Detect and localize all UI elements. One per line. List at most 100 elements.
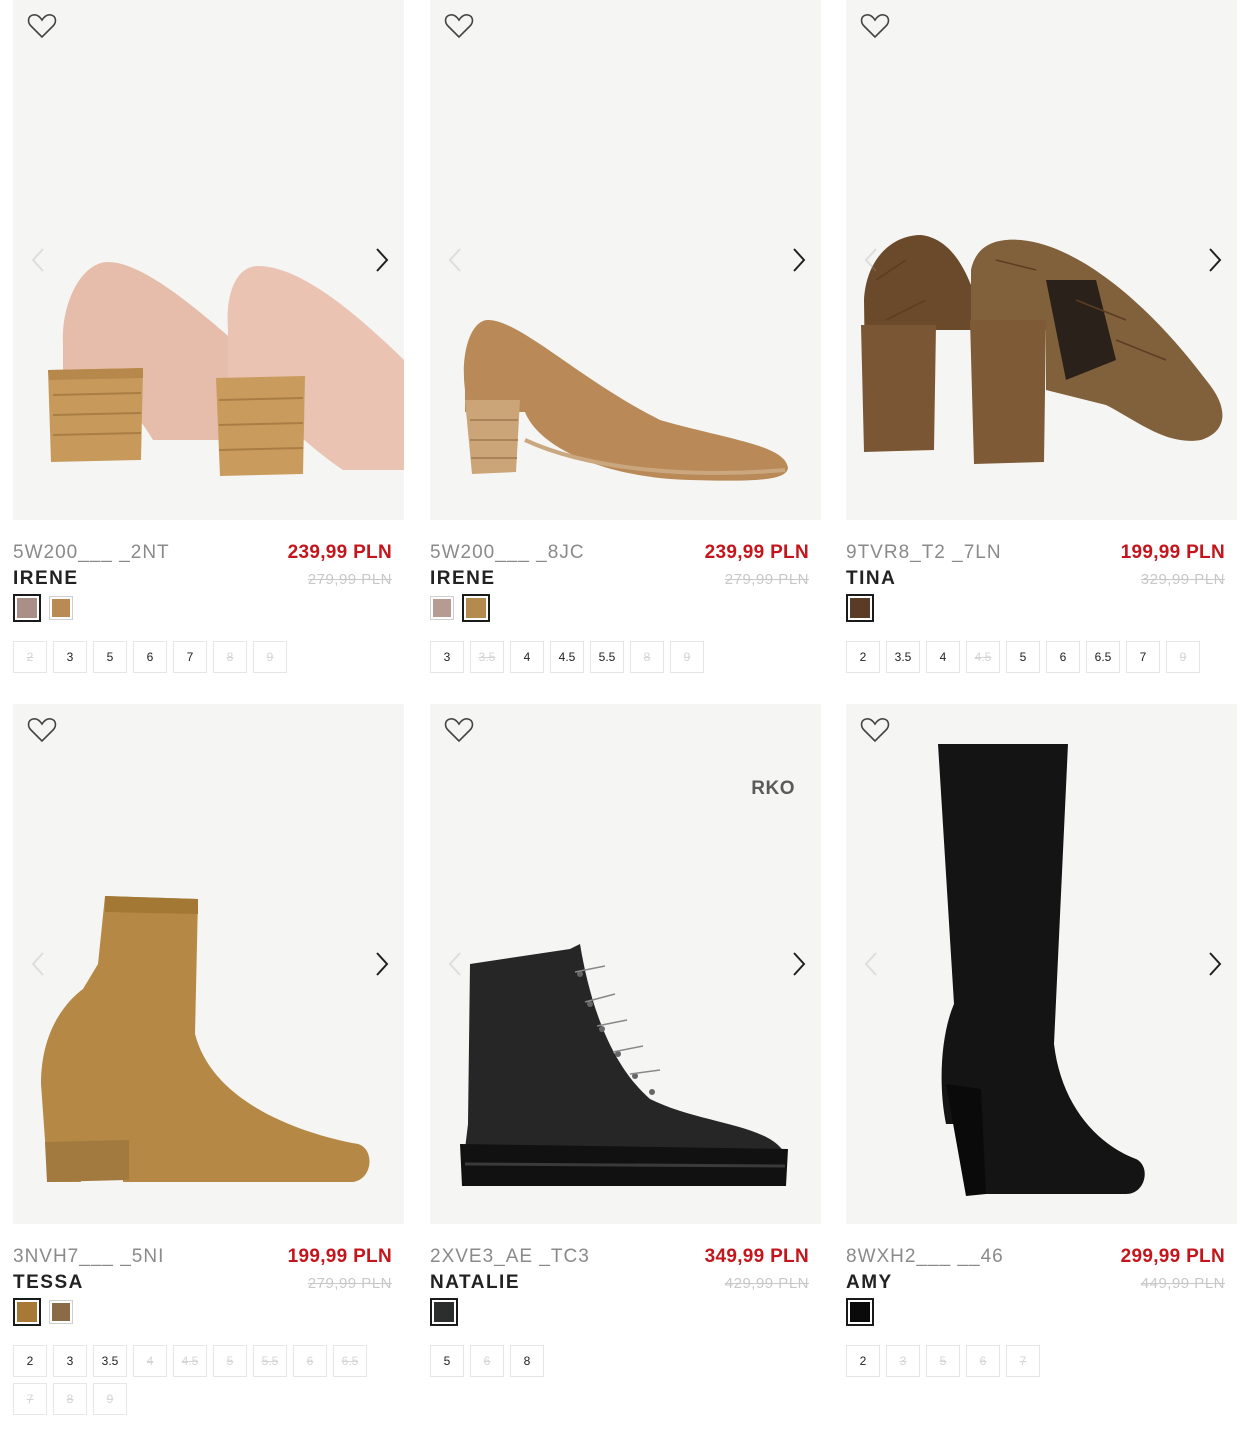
size-option[interactable]: 7 xyxy=(1126,641,1160,673)
chevron-left-icon[interactable] xyxy=(446,949,466,979)
heart-outline-icon[interactable] xyxy=(27,716,57,744)
color-swatch[interactable] xyxy=(430,596,454,620)
chevron-right-icon[interactable] xyxy=(788,245,808,275)
heart-outline-icon[interactable] xyxy=(860,12,890,40)
size-option[interactable]: 2 xyxy=(846,641,880,673)
chevron-left-icon[interactable] xyxy=(862,949,882,979)
old-price: 329,99 PLN xyxy=(1140,571,1225,588)
size-option[interactable]: 3.5 xyxy=(470,641,504,673)
tan-sock-boot-image xyxy=(41,896,370,1182)
size-option[interactable]: 8 xyxy=(630,641,664,673)
size-option[interactable]: 3 xyxy=(53,1345,87,1377)
product-name[interactable]: NATALIE xyxy=(430,1272,520,1294)
size-option[interactable]: 4.5 xyxy=(173,1345,207,1377)
size-option[interactable]: 6 xyxy=(966,1345,1000,1377)
black-knee-boot-image xyxy=(938,744,1145,1196)
old-price: 429,99 PLN xyxy=(724,1275,809,1292)
heart-outline-icon[interactable] xyxy=(27,12,57,40)
size-option[interactable]: 5 xyxy=(926,1345,960,1377)
sale-price: 349,99 PLN xyxy=(704,1246,809,1267)
product-name[interactable]: TINA xyxy=(846,568,896,590)
product-image[interactable] xyxy=(430,0,821,520)
chevron-right-icon[interactable] xyxy=(1204,245,1224,275)
size-option[interactable]: 6.5 xyxy=(333,1345,367,1377)
color-swatch[interactable] xyxy=(462,594,490,622)
color-swatch[interactable] xyxy=(13,594,41,622)
product-name[interactable]: IRENE xyxy=(13,568,79,590)
product-name[interactable]: AMY xyxy=(846,1272,893,1294)
chevron-right-icon[interactable] xyxy=(371,245,391,275)
size-option[interactable]: 4.5 xyxy=(550,641,584,673)
sale-price: 299,99 PLN xyxy=(1120,1246,1225,1267)
size-option[interactable]: 3.5 xyxy=(93,1345,127,1377)
tan-pump-image xyxy=(463,320,788,481)
heart-outline-icon[interactable] xyxy=(444,716,474,744)
color-swatch[interactable] xyxy=(430,1298,458,1326)
product-code: 2XVE3_AE _TC3 xyxy=(430,1246,590,1267)
size-option[interactable]: 6 xyxy=(133,641,167,673)
product-image[interactable] xyxy=(846,0,1237,520)
color-swatch[interactable] xyxy=(49,596,73,620)
sale-price: 199,99 PLN xyxy=(1120,542,1225,563)
size-option[interactable]: 9 xyxy=(670,641,704,673)
size-option[interactable]: 7 xyxy=(173,641,207,673)
size-option[interactable]: 4.5 xyxy=(966,641,1000,673)
chevron-left-icon[interactable] xyxy=(29,245,49,275)
size-option[interactable]: 6 xyxy=(293,1345,327,1377)
product-image[interactable] xyxy=(846,704,1237,1224)
chevron-right-icon[interactable] xyxy=(788,949,808,979)
heart-outline-icon[interactable] xyxy=(444,12,474,40)
heart-outline-icon[interactable] xyxy=(860,716,890,744)
product-image[interactable] xyxy=(13,704,404,1224)
sale-price: 239,99 PLN xyxy=(704,542,809,563)
color-swatch[interactable] xyxy=(846,1298,874,1326)
color-swatch[interactable] xyxy=(13,1298,41,1326)
black-lace-up-boot-image xyxy=(460,944,788,1186)
size-option[interactable]: 5 xyxy=(1006,641,1040,673)
color-swatch[interactable] xyxy=(846,594,874,622)
color-swatches xyxy=(430,1298,458,1326)
size-option[interactable]: 8 xyxy=(510,1345,544,1377)
pink-pump-image xyxy=(48,262,404,476)
size-option[interactable]: 5.5 xyxy=(253,1345,287,1377)
size-option[interactable]: 4 xyxy=(510,641,544,673)
color-swatch[interactable] xyxy=(49,1300,73,1324)
brown-ankle-bootie-image xyxy=(861,235,1223,464)
size-option[interactable]: 9 xyxy=(93,1383,127,1415)
size-option[interactable]: 4 xyxy=(926,641,960,673)
product-code: 8WXH2___ __46 xyxy=(846,1246,1004,1267)
size-option[interactable]: 8 xyxy=(213,641,247,673)
size-option[interactable]: 3.5 xyxy=(886,641,920,673)
size-option[interactable]: 3 xyxy=(53,641,87,673)
chevron-left-icon[interactable] xyxy=(446,245,466,275)
color-swatches xyxy=(846,1298,874,1326)
size-option[interactable]: 5.5 xyxy=(590,641,624,673)
product-image[interactable] xyxy=(13,0,404,520)
size-option[interactable]: 5 xyxy=(93,641,127,673)
chevron-left-icon[interactable] xyxy=(862,245,882,275)
size-option[interactable]: 3 xyxy=(430,641,464,673)
chevron-right-icon[interactable] xyxy=(371,949,391,979)
product-image[interactable]: RKO xyxy=(430,704,821,1224)
size-option[interactable]: 8 xyxy=(53,1383,87,1415)
size-option[interactable]: 6 xyxy=(470,1345,504,1377)
chevron-right-icon[interactable] xyxy=(1204,949,1224,979)
size-option[interactable]: 7 xyxy=(1006,1345,1040,1377)
size-option[interactable]: 2 xyxy=(13,641,47,673)
old-price: 279,99 PLN xyxy=(724,571,809,588)
chevron-left-icon[interactable] xyxy=(29,949,49,979)
size-option[interactable]: 3 xyxy=(886,1345,920,1377)
size-option[interactable]: 5 xyxy=(430,1345,464,1377)
old-price: 279,99 PLN xyxy=(307,1275,392,1292)
size-option[interactable]: 4 xyxy=(133,1345,167,1377)
size-option[interactable]: 5 xyxy=(213,1345,247,1377)
size-option[interactable]: 6.5 xyxy=(1086,641,1120,673)
size-option[interactable]: 9 xyxy=(1166,641,1200,673)
size-option[interactable]: 7 xyxy=(13,1383,47,1415)
size-option[interactable]: 6 xyxy=(1046,641,1080,673)
size-option[interactable]: 2 xyxy=(13,1345,47,1377)
size-option[interactable]: 2 xyxy=(846,1345,880,1377)
product-name[interactable]: IRENE xyxy=(430,568,496,590)
size-option[interactable]: 9 xyxy=(253,641,287,673)
product-name[interactable]: TESSA xyxy=(13,1272,84,1294)
